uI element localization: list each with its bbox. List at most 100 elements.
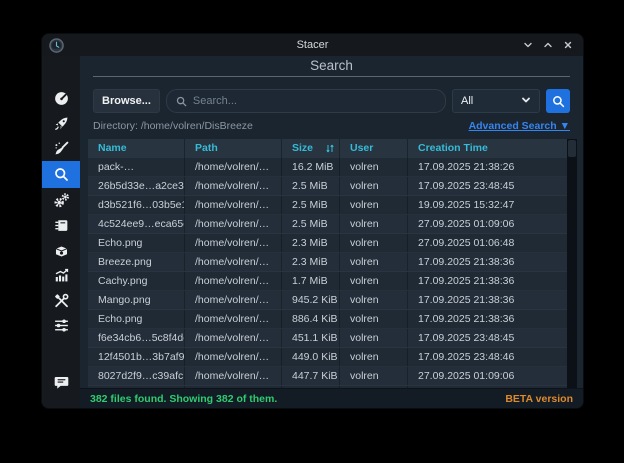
column-header-size[interactable]: Size bbox=[282, 139, 340, 158]
cell-size: 1.7 MiB bbox=[282, 272, 340, 290]
table-row[interactable]: Echo.png /home/volren/… 886.4 KiB volren… bbox=[88, 310, 577, 329]
table-row[interactable]: 12f4501b…3b7af9a5 /home/volren/… 449.0 K… bbox=[88, 348, 577, 367]
sidebar bbox=[42, 56, 80, 408]
table-row[interactable]: Cachy.png /home/volren/… 1.7 MiB volren … bbox=[88, 272, 577, 291]
system-cleaner-icon bbox=[53, 140, 70, 157]
cell-creation-time: 27.09.2025 01:09:06 bbox=[408, 215, 577, 233]
cell-size: 2.3 MiB bbox=[282, 234, 340, 252]
table-header-row: Name Path Size User Cr bbox=[88, 139, 577, 158]
chevron-down-icon bbox=[521, 95, 531, 108]
table-row[interactable]: d3b521f6…03b5e1cc /home/volren/… 2.5 MiB… bbox=[88, 196, 577, 215]
table-row[interactable]: 98da1626…c1362a6e /home/volren/… 447.4 K… bbox=[88, 386, 577, 389]
cell-user: volren bbox=[340, 310, 408, 328]
cell-user: volren bbox=[340, 196, 408, 214]
cell-path: /home/volren/… bbox=[185, 177, 282, 195]
cell-size: 2.5 MiB bbox=[282, 215, 340, 233]
sidebar-item-startup-apps[interactable] bbox=[42, 111, 80, 136]
cell-creation-time: 19.09.2025 15:32:47 bbox=[408, 386, 577, 389]
cell-creation-time: 17.09.2025 21:38:36 bbox=[408, 291, 577, 309]
cell-user: volren bbox=[340, 291, 408, 309]
settings-icon bbox=[53, 317, 70, 334]
cell-size: 451.1 KiB bbox=[282, 329, 340, 347]
table-row[interactable]: Mango.png /home/volren/… 945.2 KiB volre… bbox=[88, 291, 577, 310]
cell-creation-time: 27.09.2025 01:06:48 bbox=[408, 234, 577, 252]
cell-size: 2.5 MiB bbox=[282, 196, 340, 214]
cell-user: volren bbox=[340, 329, 408, 347]
cell-name: f6e34cb6…5c8f4dc5 bbox=[88, 329, 185, 347]
table-row[interactable]: f6e34cb6…5c8f4dc5 /home/volren/… 451.1 K… bbox=[88, 329, 577, 348]
results-table: Name Path Size User Cr bbox=[88, 139, 577, 389]
sidebar-item-processes[interactable] bbox=[42, 213, 80, 238]
cell-size: 447.4 KiB bbox=[282, 386, 340, 389]
sidebar-item-services[interactable] bbox=[42, 188, 80, 213]
search-input-icon bbox=[176, 96, 187, 107]
cell-size: 886.4 KiB bbox=[282, 310, 340, 328]
cell-name: Cachy.png bbox=[88, 272, 185, 290]
cell-path: /home/volren/… bbox=[185, 196, 282, 214]
sidebar-item-helpers[interactable] bbox=[42, 288, 80, 313]
cell-path: /home/volren/… bbox=[185, 291, 282, 309]
filter-select-value: All bbox=[461, 95, 473, 107]
sidebar-item-uninstaller[interactable] bbox=[42, 238, 80, 263]
cell-name: pack-… bbox=[88, 158, 185, 176]
dashboard-icon bbox=[53, 90, 70, 107]
titlebar[interactable]: Stacer bbox=[42, 34, 583, 56]
search-submit-button[interactable] bbox=[546, 89, 570, 113]
version-badge: BETA version bbox=[505, 393, 573, 405]
page-title: Search bbox=[80, 56, 583, 73]
cell-user: volren bbox=[340, 234, 408, 252]
cell-path: /home/volren/… bbox=[185, 158, 282, 176]
table-row[interactable]: 8027d2f9…c39afc14 /home/volren/… 447.7 K… bbox=[88, 367, 577, 386]
results-count-text: 382 files found. Showing 382 of them. bbox=[90, 393, 277, 405]
scrollbar-thumb[interactable] bbox=[568, 140, 576, 157]
table-scrollbar[interactable] bbox=[567, 139, 577, 389]
browse-button[interactable]: Browse... bbox=[93, 89, 160, 113]
startup-apps-icon bbox=[53, 115, 70, 132]
resources-icon bbox=[53, 267, 70, 284]
cell-user: volren bbox=[340, 348, 408, 366]
close-icon[interactable] bbox=[562, 40, 573, 51]
cell-name: Echo.png bbox=[88, 234, 185, 252]
minimize-icon[interactable] bbox=[522, 40, 533, 51]
cell-creation-time: 17.09.2025 23:48:46 bbox=[408, 348, 577, 366]
cell-creation-time: 17.09.2025 21:38:36 bbox=[408, 272, 577, 290]
table-row[interactable]: Breeze.png /home/volren/… 2.3 MiB volren… bbox=[88, 253, 577, 272]
helpers-icon bbox=[53, 292, 70, 309]
search-icon bbox=[53, 166, 70, 183]
content-area: Search Browse... All bbox=[80, 56, 583, 408]
cell-path: /home/volren/… bbox=[185, 310, 282, 328]
services-icon bbox=[53, 192, 70, 209]
table-row[interactable]: pack-… /home/volren/… 16.2 MiB volren 17… bbox=[88, 158, 577, 177]
desktop-background: Stacer bbox=[0, 0, 624, 463]
cell-size: 2.3 MiB bbox=[282, 253, 340, 271]
cell-user: volren bbox=[340, 253, 408, 271]
sidebar-item-resources[interactable] bbox=[42, 263, 80, 288]
cell-creation-time: 17.09.2025 21:38:36 bbox=[408, 310, 577, 328]
cell-size: 2.5 MiB bbox=[282, 177, 340, 195]
column-header-creation-time[interactable]: Creation Time bbox=[408, 139, 577, 158]
column-header-name[interactable]: Name bbox=[88, 139, 185, 158]
search-input-container[interactable] bbox=[166, 89, 446, 113]
sidebar-item-feedback[interactable] bbox=[42, 370, 80, 395]
cell-name: 4c524ee9…eca65c8c bbox=[88, 215, 185, 233]
cell-creation-time: 27.09.2025 01:09:06 bbox=[408, 367, 577, 385]
sidebar-item-search[interactable] bbox=[42, 161, 80, 188]
table-row[interactable]: Echo.png /home/volren/… 2.3 MiB volren 2… bbox=[88, 234, 577, 253]
cell-path: /home/volren/… bbox=[185, 234, 282, 252]
filter-select[interactable]: All bbox=[452, 89, 540, 113]
cell-user: volren bbox=[340, 215, 408, 233]
window-title: Stacer bbox=[42, 39, 583, 51]
cell-size: 945.2 KiB bbox=[282, 291, 340, 309]
advanced-search-link[interactable]: Advanced Search ▼ bbox=[469, 120, 570, 132]
status-bar: 382 files found. Showing 382 of them. BE… bbox=[80, 388, 583, 408]
sidebar-item-system-cleaner[interactable] bbox=[42, 136, 80, 161]
sidebar-item-dashboard[interactable] bbox=[42, 86, 80, 111]
table-row[interactable]: 26b5d33e…a2ce3c9f /home/volren/… 2.5 MiB… bbox=[88, 177, 577, 196]
sidebar-item-settings[interactable] bbox=[42, 313, 80, 338]
cell-name: 98da1626…c1362a6e bbox=[88, 386, 185, 389]
column-header-user[interactable]: User bbox=[340, 139, 408, 158]
table-row[interactable]: 4c524ee9…eca65c8c /home/volren/… 2.5 MiB… bbox=[88, 215, 577, 234]
search-input[interactable] bbox=[193, 95, 436, 107]
column-header-path[interactable]: Path bbox=[185, 139, 282, 158]
maximize-icon[interactable] bbox=[542, 40, 553, 51]
